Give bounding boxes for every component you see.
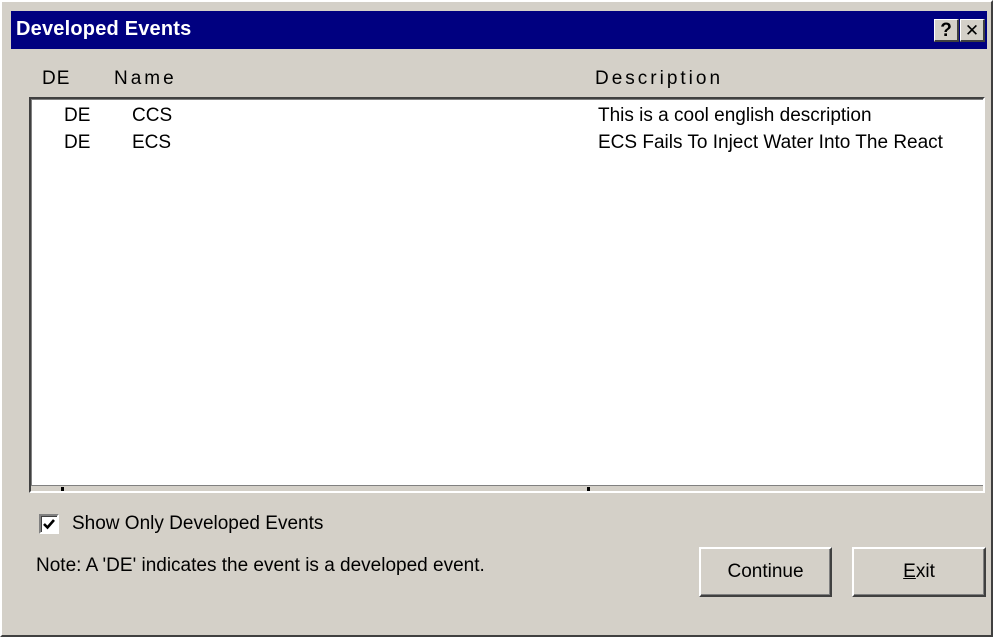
close-icon: ✕ <box>964 20 980 40</box>
exit-label-rest: xit <box>915 561 935 582</box>
help-button[interactable]: ? <box>934 19 959 42</box>
continue-button[interactable]: Continue <box>699 547 832 597</box>
close-button[interactable]: ✕ <box>960 19 985 42</box>
list-item-description: This is a cool english description <box>598 105 872 126</box>
continue-button-label: Continue <box>727 561 804 582</box>
list-item-description: ECS Fails To Inject Water Into The React <box>598 132 943 153</box>
checkmark-icon <box>43 519 55 530</box>
show-only-developed-checkbox[interactable] <box>39 514 59 534</box>
column-header-name: Name <box>114 68 177 89</box>
list-item[interactable]: DE CCS This is a cool english descriptio… <box>31 105 983 129</box>
exit-button[interactable]: Exit <box>852 547 986 597</box>
list-item-name: ECS <box>132 132 172 153</box>
exit-button-label: Exit <box>903 561 935 583</box>
window-title: Developed Events <box>16 18 192 40</box>
list-item-name: CCS <box>132 105 173 126</box>
column-divider-marker <box>61 487 64 491</box>
list-item-de: DE <box>64 132 91 153</box>
note-text: Note: A 'DE' indicates the event is a de… <box>36 555 485 576</box>
show-only-developed-option[interactable]: Show Only Developed Events <box>39 513 323 535</box>
column-divider-marker <box>587 487 590 491</box>
show-only-developed-label[interactable]: Show Only Developed Events <box>72 513 323 535</box>
help-icon: ? <box>940 19 952 41</box>
column-header-de: DE <box>42 68 71 89</box>
list-item[interactable]: DE ECS ECS Fails To Inject Water Into Th… <box>31 132 983 156</box>
column-header-description: Description <box>595 68 724 89</box>
horizontal-scrollbar[interactable] <box>31 485 983 491</box>
events-list[interactable]: DE CCS This is a cool english descriptio… <box>29 97 985 493</box>
developed-events-dialog: Developed Events ? ✕ DE Name Description… <box>0 0 993 637</box>
title-bar[interactable]: Developed Events ? ✕ <box>11 11 987 49</box>
exit-accelerator: E <box>903 561 916 582</box>
list-item-de: DE <box>64 105 91 126</box>
